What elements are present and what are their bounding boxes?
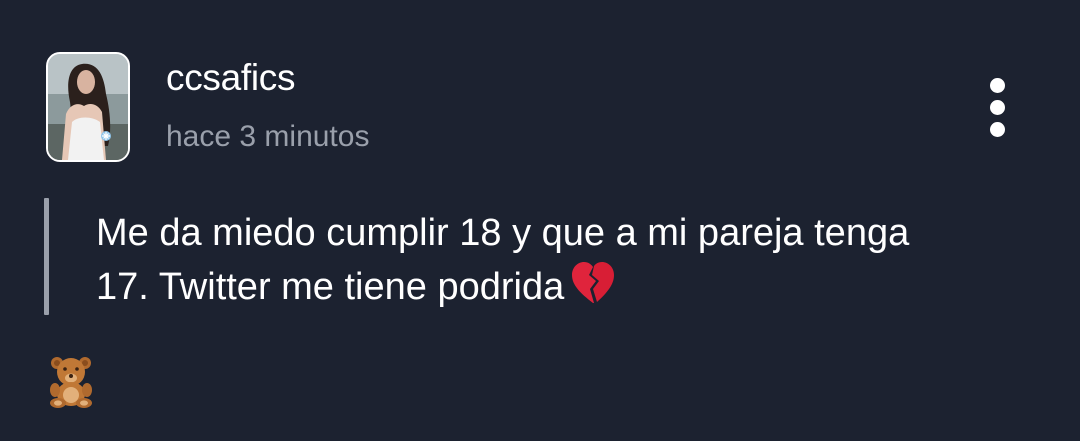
post-card: ccsafics hace 3 minutos Me da miedo cump… xyxy=(0,0,1080,441)
more-options-button[interactable] xyxy=(978,72,1018,142)
post-text-block: Me da miedo cumplir 18 y que a mi pareja… xyxy=(96,206,956,320)
more-vertical-icon-dot xyxy=(990,100,1005,115)
broken-heart-icon xyxy=(570,261,616,320)
timestamp: hace 3 minutos xyxy=(166,120,370,153)
avatar[interactable] xyxy=(46,52,130,162)
quote-bar xyxy=(44,198,49,315)
avatar-photo xyxy=(48,54,128,160)
more-vertical-icon-dot xyxy=(990,122,1005,137)
post-text: Me da miedo cumplir 18 y que a mi pareja… xyxy=(96,212,910,308)
more-vertical-icon xyxy=(990,78,1005,93)
teddy-bear-icon xyxy=(44,354,98,408)
username[interactable]: ccsafics xyxy=(166,58,295,98)
